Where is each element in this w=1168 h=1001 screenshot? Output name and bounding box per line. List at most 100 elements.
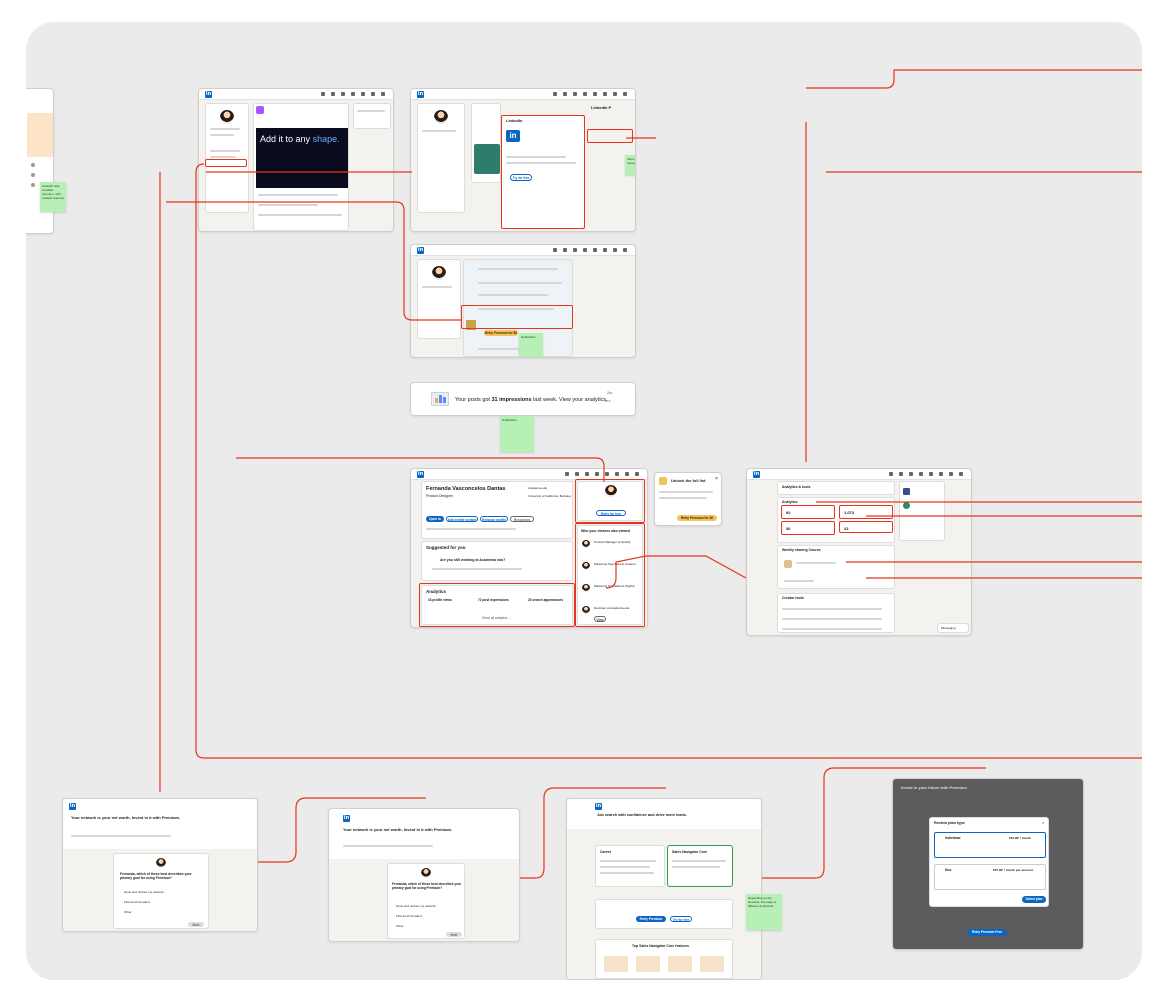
analytics-section-title: Analytics [782, 500, 798, 504]
company-name: Academia.edu [528, 486, 548, 490]
plan-card-career[interactable]: Career [595, 845, 665, 887]
next-button[interactable]: Next [446, 932, 462, 937]
suggested-title: Suggested for you [426, 545, 466, 550]
profile-headline: Product Designer [426, 494, 454, 498]
question-card: Fernanda, which of these best describes … [387, 863, 465, 939]
premium-headline: Your network is your net worth. Invest i… [71, 815, 181, 820]
add-profile-section-button[interactable]: Add profile section [446, 516, 478, 522]
feed-column [471, 103, 501, 183]
option-3[interactable]: Other [124, 910, 132, 914]
linkedin-logo-icon: in [595, 803, 602, 810]
select-plan-button[interactable]: Select plan [1022, 896, 1046, 903]
frame-premium-goal-2: in Your network is your net worth. Inves… [328, 808, 520, 942]
frame-notifications: in Retry Premium for $0 Notification [410, 244, 636, 358]
right-rail-card [353, 103, 391, 129]
list-bullet [31, 183, 35, 187]
post-image [474, 144, 500, 174]
linkedin-logo-icon: in [343, 815, 350, 822]
notification-text: Your posts got 31 impressions last week.… [455, 397, 608, 403]
linkedin-logo-icon: in [69, 803, 76, 810]
features-card: Top Sales Navigator Core features [595, 939, 733, 979]
plans-headline: Job search with confidence and drive mor… [597, 813, 687, 817]
option-1[interactable]: Grow and nurture my network [396, 904, 436, 908]
sticky-note-inbox: Inbox message [625, 155, 635, 175]
suggested-card: Suggested for you Are you still working … [421, 541, 573, 581]
nav-icons [553, 92, 627, 96]
stat-highlight [839, 521, 893, 533]
retry-premium-free-button[interactable]: Retry Premium Free [636, 916, 666, 927]
goal-question: Fernanda, which of these best describes … [120, 872, 192, 880]
coffee-icon [784, 560, 792, 568]
retry-premium-button[interactable]: Retry Premium for $0 [677, 515, 717, 521]
next-button[interactable]: Next [188, 922, 204, 927]
analytics-page-title: Analytics & tools [782, 485, 811, 489]
viewers-highlight [575, 523, 645, 627]
avatar [156, 858, 166, 868]
premium-headline: Your network is your net worth. Invest i… [343, 827, 453, 832]
list-bullet [31, 163, 35, 167]
analytics-highlight [419, 583, 575, 627]
close-icon[interactable]: × [1042, 820, 1044, 825]
duo-option[interactable]: Duo $75.99* / month per account [934, 864, 1046, 890]
analytics-header: Analytics & tools [777, 481, 895, 495]
frame-home-feed: in Add it to any shape. [198, 88, 394, 232]
premium-banner [27, 113, 53, 157]
side-premium-highlight [575, 479, 645, 523]
frame-messaging: in LinkedIn in Try for free LinkedIn P I… [410, 88, 636, 232]
frame-premium-plans: in Job search with confidence and drive … [566, 798, 762, 980]
resources-button[interactable]: Resources [510, 516, 534, 522]
frame-premium-goal-1: in Your network is your net worth. Inves… [62, 798, 258, 932]
close-icon[interactable]: × [715, 476, 718, 482]
creator-tools-card: Creator tools [777, 593, 895, 633]
option-3[interactable]: Other [396, 924, 404, 928]
connector-line [806, 69, 1142, 89]
sticky-note-plans: Depending on the answers, this page is d… [746, 894, 782, 930]
premium-notification-highlight[interactable] [461, 305, 573, 329]
option-2[interactable]: Find and hire talent [396, 914, 422, 918]
individual-option[interactable]: Individual $79.99* / month [934, 832, 1046, 858]
school-name: University of California, Berkeley [528, 494, 572, 498]
goal-question: Fernanda, which of these best describes … [392, 882, 462, 890]
weekly-title: Weekly sharing Course [782, 548, 821, 552]
option-label: Duo [945, 868, 952, 872]
linkedin-logo-icon: in [205, 91, 212, 98]
linkedin-logo-icon: in [417, 247, 424, 254]
figma-logo-icon [256, 106, 264, 114]
plan-card-sales[interactable]: Sales Navigator Core [667, 845, 733, 887]
sticky-note-notification: Notification [519, 333, 543, 357]
connector-line [805, 122, 1142, 462]
frame-impressions-notification[interactable]: Your posts got 31 impressions last week.… [410, 382, 636, 416]
profile-sidebar-card [417, 259, 461, 339]
analytics-chart-icon [431, 392, 449, 406]
option-2[interactable]: Find and hire talent [124, 900, 150, 904]
modal-highlight [501, 115, 585, 229]
premium-sidebar-link-highlight[interactable] [205, 159, 247, 167]
open-to-button[interactable]: Open to [426, 516, 444, 522]
avatar [421, 868, 431, 878]
inbox-message-highlight[interactable] [587, 129, 633, 143]
more-options-icon[interactable]: ··· [605, 399, 611, 405]
linkedin-logo-icon: in [417, 91, 424, 98]
analytics-stats-card: Analytics 92 1,073 36 23 [777, 497, 895, 543]
avatar [434, 110, 448, 124]
option-price: $75.99* / month per account [993, 868, 1033, 872]
avatar [432, 266, 446, 280]
creator-tools-title: Creator tools [782, 596, 804, 600]
messaging-bar[interactable]: Messaging [937, 623, 969, 633]
retry-premium-free-button[interactable]: Retry Premium Free [967, 929, 1007, 936]
try-free-button[interactable]: Try for free [670, 916, 692, 922]
plan-title: Sales Navigator Core [672, 850, 708, 854]
nav-icons [553, 248, 627, 252]
right-rail [899, 481, 945, 541]
linkedin-logo-icon: in [753, 471, 760, 478]
enhance-profile-button[interactable]: Enhance profile [480, 516, 508, 522]
avatar [220, 110, 234, 124]
top-nav: in [411, 89, 635, 100]
profile-sidebar-card [205, 103, 249, 213]
stat-highlight [781, 505, 835, 519]
feed-post: Add it to any shape. [253, 103, 349, 231]
retry-premium-button[interactable]: Retry Premium for $0 [484, 330, 518, 336]
option-1[interactable]: Grow and nurture my network [124, 890, 164, 894]
profile-sidebar-card [417, 103, 465, 213]
frame-partial-left [26, 88, 54, 234]
